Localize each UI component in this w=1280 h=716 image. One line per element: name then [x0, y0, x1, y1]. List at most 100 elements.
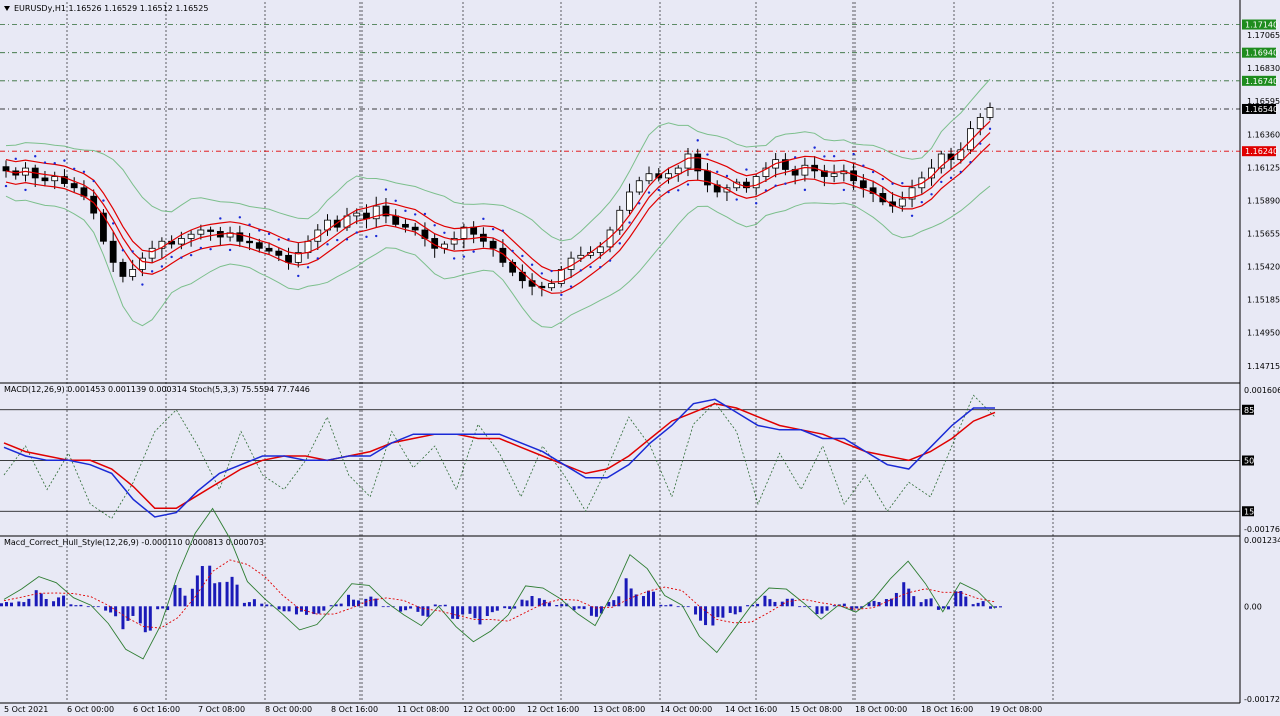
histogram-bar	[721, 606, 725, 618]
histogram-bar	[624, 578, 628, 607]
psar-dot	[277, 238, 280, 241]
candle-body	[674, 167, 682, 175]
histogram-bar	[520, 599, 524, 607]
psar-dot	[988, 127, 992, 131]
candle-body	[207, 229, 214, 232]
psar-dot	[891, 182, 894, 185]
histogram-bar	[22, 602, 26, 607]
psar-dot	[443, 231, 446, 234]
histogram-bar	[252, 599, 256, 607]
histogram-bar	[704, 606, 708, 626]
price-tick-label: 1.16125	[1247, 163, 1280, 172]
candle-body	[470, 226, 478, 235]
level-label: 1.16540	[1245, 105, 1278, 114]
hull-tick-label: 0.00	[1244, 602, 1262, 611]
psar-dot	[686, 183, 690, 186]
histogram-bar	[686, 606, 690, 608]
psar-dot	[901, 181, 904, 185]
psar-dot	[189, 253, 193, 257]
psar-dot	[345, 238, 349, 241]
psar-dot	[170, 255, 173, 259]
histogram-bar	[86, 606, 90, 608]
psar-dot	[501, 229, 505, 232]
histogram-bar	[912, 596, 916, 607]
candle-body	[187, 233, 195, 239]
psar-dot	[832, 155, 836, 158]
price-tick-label: 1.15890	[1247, 196, 1280, 205]
time-tick-label: 14 Oct 00:00	[660, 705, 712, 714]
candle-body	[51, 176, 59, 182]
psar-dot	[569, 285, 573, 288]
candle-body	[70, 183, 78, 189]
trading-chart[interactable]: 1.17140 1.16940 1.16740 1.16540 1.16240 1.17…	[0, 0, 1280, 716]
candle-body	[635, 180, 643, 193]
histogram-bar	[451, 606, 455, 619]
histogram-bar	[433, 604, 437, 607]
psar-dot	[228, 248, 232, 252]
psar-dot	[716, 170, 719, 174]
psar-dot	[14, 157, 17, 161]
histogram-bar	[946, 606, 950, 610]
histogram-bar	[79, 604, 83, 607]
psar-dot	[199, 246, 203, 250]
psar-dot	[413, 213, 417, 216]
psar-dot	[394, 199, 397, 202]
macd-tick-label: 15	[1244, 507, 1254, 516]
histogram-bar	[855, 606, 859, 609]
histogram-bar	[143, 606, 147, 633]
psar-dot	[43, 161, 47, 164]
psar-dot	[160, 265, 164, 268]
histogram-bar	[260, 603, 264, 607]
psar-dot	[910, 214, 914, 218]
histogram-bar	[634, 594, 638, 607]
histogram-bar	[820, 606, 824, 614]
level-label: 1.16240	[1245, 147, 1278, 156]
psar-dot	[150, 270, 154, 273]
candle-body	[265, 247, 273, 252]
psar-dot	[599, 266, 602, 269]
macd-title: MACD(12,26,9) 0.001453 0.001139 0.000314…	[4, 385, 310, 394]
candle-body	[596, 246, 604, 253]
candle-body	[489, 240, 497, 249]
histogram-bar	[399, 606, 403, 612]
histogram-bar	[669, 604, 673, 607]
histogram-bar	[426, 606, 430, 617]
psar-dot	[511, 249, 514, 253]
histogram-bar	[456, 606, 460, 620]
histogram-bar	[473, 606, 477, 619]
time-tick-label: 14 Oct 16:00	[725, 705, 777, 714]
candle-body	[460, 226, 468, 239]
histogram-bar	[17, 601, 21, 607]
psar-dot	[491, 227, 495, 231]
psar-dot	[111, 222, 115, 225]
histogram-bar	[773, 601, 777, 607]
histogram-bar	[763, 595, 767, 607]
histogram-bar	[646, 590, 650, 607]
psar-dot	[365, 235, 368, 239]
histogram-bar	[347, 594, 351, 607]
histogram-bar	[485, 606, 489, 617]
psar-dot	[141, 283, 144, 286]
psar-dot	[667, 190, 670, 194]
time-tick-label: 11 Oct 08:00	[397, 705, 449, 714]
psar-dot	[326, 243, 329, 246]
psar-dot	[774, 184, 777, 187]
histogram-bar	[242, 602, 246, 607]
time-tick-label: 18 Oct 16:00	[921, 705, 973, 714]
histogram-bar	[364, 598, 368, 607]
psar-dot	[550, 269, 553, 273]
psar-dot	[72, 167, 76, 170]
time-tick-label: 12 Oct 00:00	[463, 705, 515, 714]
histogram-bar	[416, 606, 420, 612]
psar-dot	[267, 232, 271, 236]
candle-body	[304, 240, 312, 253]
psar-dot	[238, 216, 242, 219]
psar-dot	[423, 212, 427, 216]
psar-dot	[102, 199, 105, 202]
histogram-bar	[218, 582, 222, 607]
psar-dot	[735, 198, 738, 201]
psar-dot	[375, 234, 378, 238]
histogram-bar	[525, 600, 529, 607]
histogram-bar	[738, 606, 742, 613]
time-tick-label: 15 Oct 08:00	[790, 705, 842, 714]
